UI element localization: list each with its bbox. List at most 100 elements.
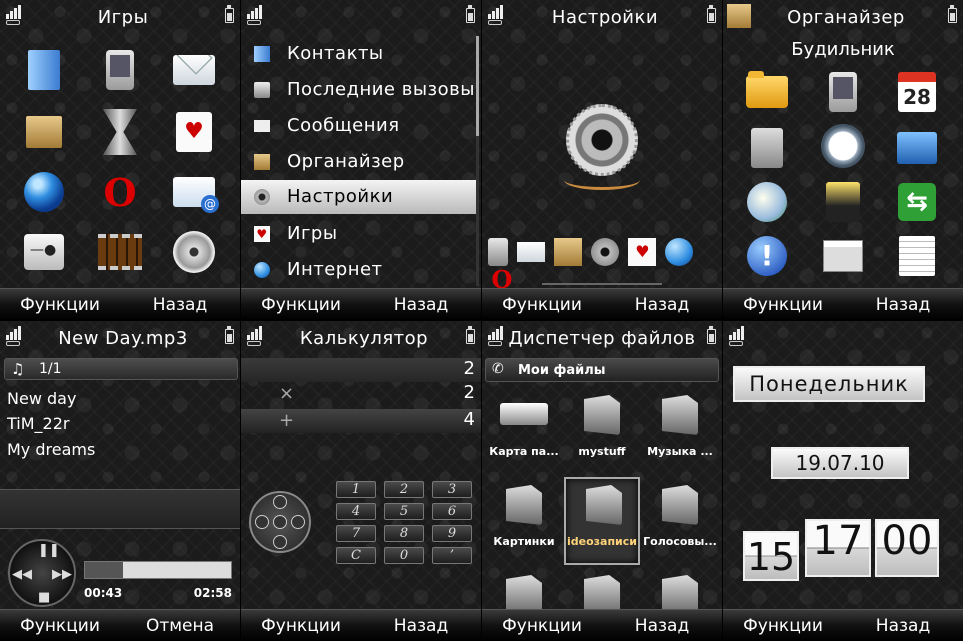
pause-icon[interactable]: ❚❚ bbox=[38, 543, 60, 558]
stop-icon[interactable]: ■ bbox=[38, 590, 50, 605]
calc-key[interactable]: C bbox=[336, 547, 376, 564]
calc-operator-selector[interactable] bbox=[249, 491, 311, 553]
music-folder-icon bbox=[662, 395, 698, 435]
pda-icon[interactable] bbox=[819, 68, 867, 116]
calc-key[interactable]: 8 bbox=[384, 525, 424, 542]
file-item-videos[interactable]: ideoзаписи bbox=[564, 477, 640, 565]
notes-icon[interactable] bbox=[893, 232, 941, 280]
email-icon[interactable] bbox=[170, 168, 219, 216]
functions-softkey[interactable]: Функции bbox=[723, 295, 843, 315]
file-item-label: Голосовы... bbox=[643, 535, 717, 548]
menu-item-internet[interactable]: Интернет bbox=[241, 253, 477, 287]
functions-softkey[interactable]: Функции bbox=[0, 616, 120, 636]
playback-progress[interactable] bbox=[84, 561, 232, 579]
file-item-partial[interactable] bbox=[564, 569, 640, 615]
menu-item-recent-calls[interactable]: Последние вызовы bbox=[241, 73, 477, 107]
back-softkey[interactable]: Назад bbox=[843, 616, 963, 636]
operator-equals-button[interactable] bbox=[273, 515, 287, 529]
video-film-icon[interactable] bbox=[96, 228, 144, 276]
calc-key[interactable]: 6 bbox=[432, 503, 472, 520]
menu-item-games[interactable]: ♥ Игры bbox=[241, 217, 477, 251]
back-softkey[interactable]: Назад bbox=[120, 295, 240, 315]
operator-divide-button[interactable] bbox=[291, 515, 305, 529]
track-item[interactable]: My dreams bbox=[7, 440, 95, 459]
calc-key[interactable]: 5 bbox=[384, 503, 424, 520]
back-softkey[interactable]: Назад bbox=[361, 295, 481, 315]
functions-softkey[interactable]: Функции bbox=[0, 295, 120, 315]
calc-key[interactable]: 1 bbox=[336, 481, 376, 498]
functions-softkey[interactable]: Функции bbox=[482, 616, 602, 636]
scrollbar-thumb[interactable] bbox=[476, 36, 479, 136]
forward-icon[interactable]: ▶▶ bbox=[52, 567, 72, 582]
connectivity-icon[interactable] bbox=[20, 228, 68, 276]
internet-globe-icon[interactable] bbox=[20, 168, 68, 216]
operator-subtract-button[interactable] bbox=[273, 535, 287, 549]
messages-icon[interactable] bbox=[170, 46, 218, 94]
calc-key[interactable]: 2 bbox=[384, 481, 424, 498]
calc-key[interactable]: 9 bbox=[432, 525, 472, 542]
cards-icon[interactable]: ♥ bbox=[628, 238, 657, 266]
music-cd-icon[interactable] bbox=[170, 228, 218, 276]
playback-control-wheel[interactable]: ❚❚ ◀◀ ▶▶ ■ bbox=[8, 539, 76, 607]
menu-item-messages[interactable]: Сообщения bbox=[241, 109, 477, 143]
operator-multiply-button[interactable] bbox=[255, 515, 269, 529]
menu-item-settings[interactable]: Настройки bbox=[241, 180, 477, 214]
sync-arrows-icon[interactable]: ⇆ bbox=[893, 178, 941, 226]
functions-softkey[interactable]: Функции bbox=[241, 295, 361, 315]
organizer-icon[interactable] bbox=[20, 108, 68, 156]
track-item[interactable]: TiM_22r bbox=[7, 414, 69, 433]
menu-item-contacts[interactable]: Контакты bbox=[241, 37, 477, 71]
back-softkey[interactable]: Назад bbox=[602, 295, 722, 315]
calc-key[interactable]: 7 bbox=[336, 525, 376, 542]
calc-key[interactable]: 3 bbox=[432, 481, 472, 498]
info-icon[interactable]: ! bbox=[743, 232, 791, 280]
back-softkey[interactable]: Назад bbox=[361, 616, 481, 636]
screen-title: Игры bbox=[97, 7, 149, 28]
settings-icon[interactable] bbox=[591, 238, 620, 266]
back-softkey[interactable]: Назад bbox=[602, 616, 722, 636]
settings-gear-icon[interactable] bbox=[566, 104, 638, 176]
menu-item-organizer[interactable]: Органайзер bbox=[241, 145, 477, 179]
folder-icon[interactable] bbox=[743, 68, 791, 116]
calc-key[interactable]: ’ bbox=[432, 547, 472, 564]
functions-softkey[interactable]: Функции bbox=[241, 616, 361, 636]
calc-key[interactable]: 4 bbox=[336, 503, 376, 520]
calculator-icon[interactable] bbox=[743, 124, 791, 172]
file-item-music[interactable]: Музыка ... bbox=[642, 389, 718, 477]
opera-icon[interactable]: O bbox=[96, 168, 144, 216]
messages-icon[interactable] bbox=[517, 242, 546, 262]
operator-add-button[interactable] bbox=[273, 495, 287, 509]
track-counter: 1/1 bbox=[39, 361, 62, 377]
file-item-voice[interactable]: Голосовы... bbox=[642, 479, 718, 567]
calendar-icon[interactable]: 28 bbox=[893, 68, 941, 116]
file-item-pictures[interactable]: Картинки bbox=[486, 479, 562, 567]
alarm-clock-icon[interactable] bbox=[819, 122, 867, 170]
globe-icon bbox=[254, 262, 270, 278]
phone-log-icon[interactable] bbox=[488, 238, 508, 266]
world-clock-icon[interactable] bbox=[743, 178, 791, 226]
calc-key[interactable]: 0 bbox=[384, 547, 424, 564]
contacts-icon bbox=[254, 46, 270, 62]
blue-folder-icon[interactable] bbox=[893, 124, 941, 172]
track-item[interactable]: New day bbox=[7, 389, 76, 408]
phone-log-icon[interactable] bbox=[96, 46, 144, 94]
contacts-icon[interactable] bbox=[20, 46, 68, 94]
flip-clock-second: 00 bbox=[875, 519, 939, 577]
file-item-partial[interactable] bbox=[486, 569, 562, 615]
file-item-memory-card[interactable]: Карта па... bbox=[486, 389, 562, 477]
back-softkey[interactable]: Назад bbox=[843, 295, 963, 315]
scrollbar[interactable] bbox=[476, 36, 479, 286]
calc-result: 4 bbox=[463, 409, 475, 430]
functions-softkey[interactable]: Функции bbox=[723, 616, 843, 636]
file-item-partial[interactable] bbox=[642, 569, 718, 615]
functions-softkey[interactable]: Функции bbox=[482, 295, 602, 315]
games-cards-icon[interactable]: ♥ bbox=[170, 108, 218, 156]
globe-icon[interactable] bbox=[665, 238, 694, 266]
rewind-icon[interactable]: ◀◀ bbox=[12, 567, 32, 582]
organizer-icon[interactable] bbox=[554, 238, 583, 266]
memory-card-icon[interactable] bbox=[819, 178, 867, 226]
settings-hourglass-icon[interactable] bbox=[96, 108, 144, 156]
file-item-mystuff[interactable]: mystuff bbox=[564, 389, 640, 477]
cancel-softkey[interactable]: Отмена bbox=[120, 616, 240, 636]
windows-icon[interactable] bbox=[819, 232, 867, 280]
